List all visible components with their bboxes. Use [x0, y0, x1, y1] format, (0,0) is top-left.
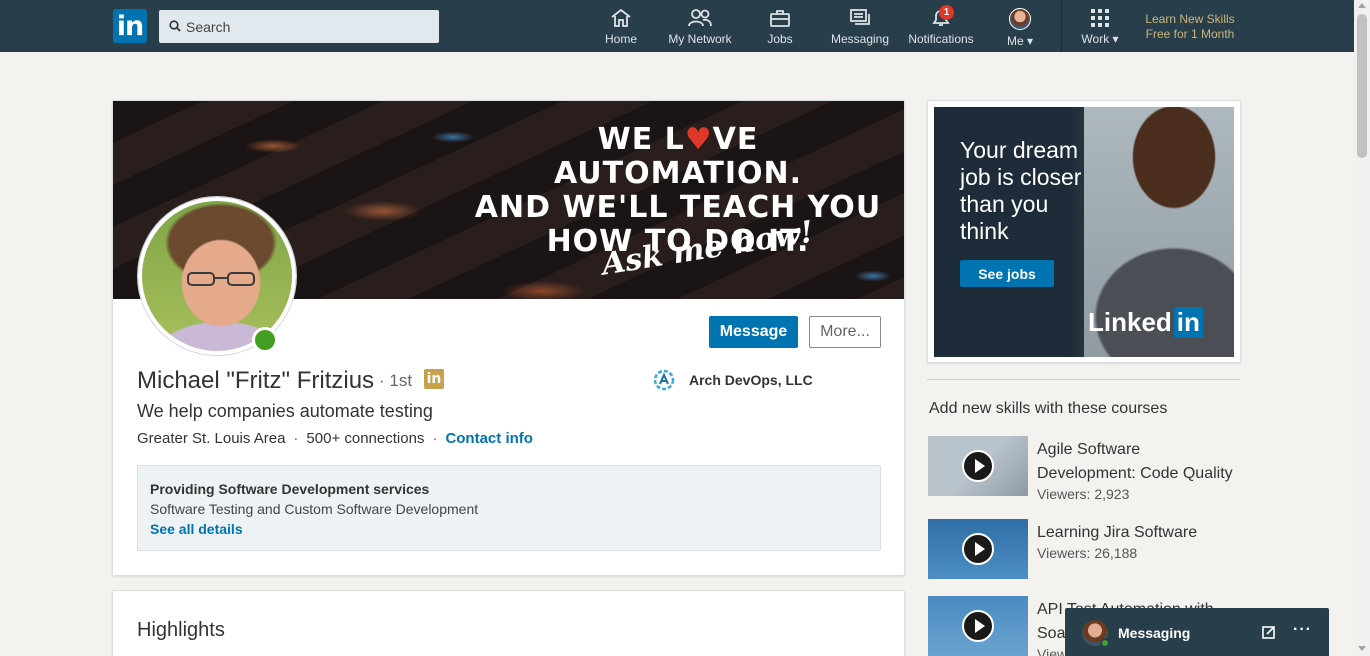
company-logo-icon[interactable] — [653, 369, 675, 391]
course-thumbnail — [928, 519, 1028, 579]
avatar — [1009, 8, 1031, 30]
nav-me[interactable]: Me ▾ — [1000, 8, 1040, 48]
ad-brand-in: in — [1173, 307, 1203, 338]
profile-headline: We help companies automate testing — [137, 401, 433, 421]
play-icon[interactable] — [962, 610, 994, 642]
course-item[interactable]: Agile Software Development: Code Quality… — [928, 436, 1243, 502]
profile-name: Michael "Fritz" Fritzius — [137, 367, 375, 394]
nav-my-network-label: My Network — [668, 32, 732, 46]
ad-banner[interactable]: Your dream job is closer than you think … — [934, 107, 1234, 357]
briefcase-icon — [770, 10, 790, 27]
courses-title: Add new skills with these courses — [929, 400, 1168, 417]
course-title[interactable]: Agile Software Development: Code Quality — [1037, 438, 1243, 486]
search-box[interactable] — [159, 10, 439, 43]
network-icon — [688, 9, 712, 27]
notification-badge: 1 — [939, 5, 954, 20]
compose-icon[interactable] — [1261, 624, 1277, 640]
scroll-up-icon[interactable] — [1358, 3, 1366, 8]
search-input[interactable] — [186, 10, 431, 43]
ad-headline: Your dream job is closer than you think — [960, 137, 1082, 244]
nav-work[interactable]: Work ▾ — [1073, 8, 1127, 48]
top-nav: in Home My Network Jobs Messaging 1 Noti… — [0, 0, 1354, 52]
premium-promo-link[interactable]: Learn New Skills Free for 1 Month — [1132, 12, 1248, 42]
services-description: Software Testing and Custom Software Dev… — [150, 501, 479, 517]
nav-messaging[interactable]: Messaging — [830, 8, 890, 48]
nav-notifications-label: Notifications — [908, 32, 974, 46]
linkedin-ad-logo: Linked in — [1088, 307, 1203, 338]
see-all-details-link[interactable]: See all details — [150, 521, 243, 537]
nav-jobs[interactable]: Jobs — [763, 8, 797, 48]
highlights-card: Highlights — [112, 590, 905, 656]
ad-card: Your dream job is closer than you think … — [927, 100, 1241, 363]
highlights-title: Highlights — [137, 619, 225, 641]
online-status-icon — [252, 327, 278, 353]
nav-messaging-label: Messaging — [830, 32, 890, 46]
message-button[interactable]: Message — [709, 316, 798, 348]
profile-card: WE L♥VE AUTOMATION. AND WE'LL TEACH YOU … — [112, 100, 905, 576]
online-status-icon — [1100, 638, 1110, 648]
course-title[interactable]: Learning Jira Software — [1037, 521, 1243, 545]
more-button[interactable]: More... — [809, 316, 881, 348]
scroll-thumb[interactable] — [1357, 14, 1367, 158]
banner-line-1a: WE L — [597, 122, 685, 157]
home-icon — [611, 8, 631, 27]
play-icon[interactable] — [962, 533, 994, 565]
profile-location: Greater St. Louis Area — [137, 430, 286, 447]
nav-jobs-label: Jobs — [767, 32, 793, 46]
nav-home-label: Home — [604, 32, 637, 46]
messaging-icon — [850, 9, 870, 25]
nav-work-label: Work — [1081, 32, 1110, 46]
linkedin-logo[interactable]: in — [113, 9, 147, 43]
grid-icon — [1091, 9, 1109, 27]
nav-home[interactable]: Home — [600, 8, 642, 48]
promo-line-2: Free for 1 Month — [1145, 27, 1235, 41]
separator: · — [293, 430, 299, 447]
scrollbar[interactable] — [1354, 0, 1370, 656]
profile-meta: Greater St. Louis Area · 500+ connections ·… — [137, 430, 533, 447]
contact-info-link[interactable]: Contact info — [445, 430, 533, 447]
messaging-dock[interactable]: Messaging ··· — [1065, 608, 1329, 656]
rail-divider — [927, 379, 1240, 380]
see-jobs-button[interactable]: See jobs — [960, 260, 1054, 287]
premium-badge-icon: in — [424, 369, 444, 389]
separator: · — [432, 430, 438, 447]
promo-line-1: Learn New Skills — [1145, 12, 1235, 26]
course-viewers: Viewers: 2,923 — [1037, 486, 1130, 502]
company-name[interactable]: Arch DevOps, LLC — [689, 372, 813, 388]
services-title: Providing Software Development services — [150, 481, 430, 497]
course-thumbnail — [928, 436, 1028, 496]
services-box: Providing Software Development services … — [137, 465, 881, 551]
nav-me-label: Me — [1006, 34, 1024, 48]
search-icon — [169, 20, 181, 32]
nav-my-network[interactable]: My Network — [664, 8, 736, 48]
connections-count[interactable]: 500+ connections — [306, 430, 424, 447]
scroll-down-icon[interactable] — [1358, 646, 1366, 651]
glasses-graphic — [187, 272, 255, 286]
course-item[interactable]: Learning Jira Software Viewers: 26,188 — [928, 519, 1240, 581]
chevron-down-icon: ▾ — [1026, 34, 1034, 48]
ad-brand: Linked — [1088, 307, 1172, 337]
messaging-dock-label[interactable]: Messaging — [1118, 625, 1190, 641]
chevron-down-icon: ▾ — [1112, 32, 1119, 46]
nav-notifications[interactable]: 1 Notifications — [905, 5, 977, 48]
banner-line-2: AND WE'LL TEACH YOU — [474, 190, 882, 225]
nav-divider — [1061, 0, 1062, 52]
connection-degree: · 1st — [379, 371, 413, 390]
heart-icon: ♥ — [684, 122, 713, 157]
play-icon[interactable] — [962, 450, 994, 482]
course-viewers: Viewers: 26,188 — [1037, 545, 1138, 561]
more-options-icon[interactable]: ··· — [1293, 621, 1312, 639]
course-thumbnail — [928, 596, 1028, 656]
